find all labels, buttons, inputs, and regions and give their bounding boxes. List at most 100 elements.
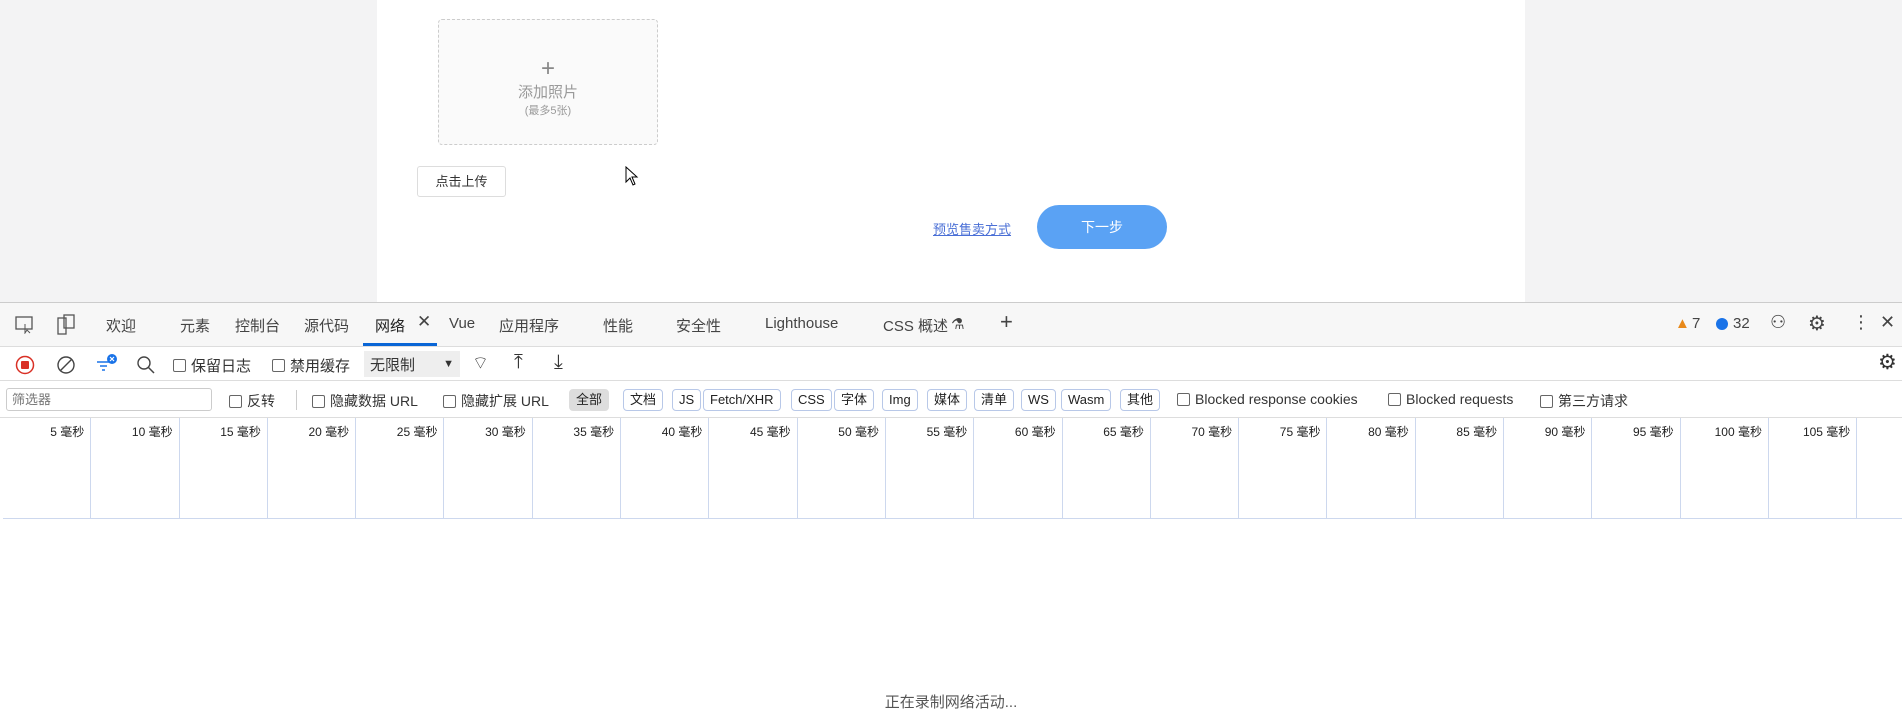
message-icon[interactable] bbox=[1716, 318, 1728, 330]
add-photo-hint: (最多5张) bbox=[524, 105, 572, 117]
checkbox-box[interactable] bbox=[272, 359, 285, 372]
blocked-cookies-label: Blocked response cookies bbox=[1195, 391, 1358, 407]
checkbox-box[interactable] bbox=[312, 394, 325, 408]
tab-vue[interactable]: Vue bbox=[449, 315, 475, 332]
next-step-button[interactable]: 下一步 bbox=[1037, 205, 1167, 249]
timeline-tick: 105 毫秒 bbox=[1769, 418, 1858, 518]
tab-security[interactable]: 安全性 bbox=[676, 315, 721, 336]
invert-checkbox[interactable]: 反转 bbox=[229, 391, 275, 411]
network-toolbar: 保留日志 禁用缓存 无限制 ▼ ⌔ ⤒ ⤓ ⚙ bbox=[0, 347, 1902, 381]
timeline-tick: 5 毫秒 bbox=[3, 418, 92, 518]
preview-sale-method-link[interactable]: 预览售卖方式 bbox=[933, 219, 1011, 238]
timeline-tick: 25 毫秒 bbox=[356, 418, 445, 518]
hide-extension-url-label: 隐藏扩展 URL bbox=[461, 393, 549, 409]
disable-cache-checkbox[interactable]: 禁用缓存 bbox=[272, 355, 350, 376]
network-conditions-icon[interactable]: ⌔ bbox=[472, 352, 489, 375]
mouse-cursor-icon bbox=[625, 166, 639, 186]
checkbox-box[interactable] bbox=[173, 359, 186, 372]
stop-recording-icon[interactable] bbox=[15, 355, 35, 375]
type-filter-js[interactable]: JS bbox=[672, 389, 702, 411]
invert-label: 反转 bbox=[247, 393, 275, 409]
more-tabs-plus-icon[interactable]: + bbox=[1000, 309, 1013, 335]
close-tab-icon[interactable]: ✕ bbox=[417, 312, 431, 332]
type-filter-css[interactable]: CSS bbox=[791, 389, 832, 411]
export-har-icon[interactable]: ⤓ bbox=[554, 351, 563, 374]
inspect-element-icon[interactable] bbox=[15, 316, 35, 334]
tab-css-overview[interactable]: CSS 概述 bbox=[883, 315, 948, 336]
type-filter-all[interactable]: 全部 bbox=[569, 389, 610, 411]
filter-input[interactable] bbox=[6, 388, 212, 411]
hide-extension-url-checkbox[interactable]: 隐藏扩展 URL bbox=[443, 391, 549, 411]
timeline-tick: 55 毫秒 bbox=[886, 418, 975, 518]
type-filter-manifest[interactable]: 清单 bbox=[974, 389, 1015, 411]
timeline-tick: 35 毫秒 bbox=[533, 418, 622, 518]
timeline-tick: 40 毫秒 bbox=[621, 418, 710, 518]
warning-count[interactable]: 7 bbox=[1692, 315, 1700, 332]
timeline-tick: 10 毫秒 bbox=[91, 418, 180, 518]
tab-application[interactable]: 应用程序 bbox=[499, 315, 559, 336]
flask-icon: ⚗ bbox=[951, 316, 965, 333]
blocked-requests-label: Blocked requests bbox=[1406, 391, 1514, 407]
checkbox-box[interactable] bbox=[229, 394, 242, 408]
add-photo-area[interactable]: + 添加照片 (最多5张) bbox=[438, 19, 658, 145]
throttling-select[interactable]: 无限制 ▼ bbox=[364, 351, 460, 377]
timeline-tick: 50 毫秒 bbox=[798, 418, 886, 518]
timeline-tick: 11 bbox=[1857, 418, 1902, 518]
add-photo-label: 添加照片 bbox=[517, 84, 578, 101]
checkbox-box[interactable] bbox=[1177, 392, 1190, 406]
upload-button[interactable]: 点击上传 bbox=[417, 166, 506, 197]
blocked-requests-checkbox[interactable]: Blocked requests bbox=[1388, 391, 1513, 407]
timeline-tick: 60 毫秒 bbox=[974, 418, 1063, 518]
active-tab-underline bbox=[363, 343, 437, 346]
message-count[interactable]: 32 bbox=[1733, 315, 1750, 332]
web-page: + 添加照片 (最多5张) 点击上传 预览售卖方式 下一步 bbox=[0, 0, 1902, 302]
checkbox-box[interactable] bbox=[443, 394, 456, 408]
timeline-tick: 90 毫秒 bbox=[1504, 418, 1593, 518]
more-options-icon[interactable]: ⋮ bbox=[1852, 312, 1870, 333]
filter-icon[interactable] bbox=[95, 353, 119, 375]
type-filter-media[interactable]: 媒体 bbox=[927, 389, 968, 411]
timeline-tick: 20 毫秒 bbox=[268, 418, 357, 518]
preserve-log-checkbox[interactable]: 保留日志 bbox=[173, 355, 251, 376]
import-har-icon[interactable]: ⤒ bbox=[514, 351, 523, 374]
tab-elements[interactable]: 元素 bbox=[180, 315, 210, 336]
timeline-tick: 30 毫秒 bbox=[445, 418, 533, 518]
tab-lighthouse[interactable]: Lighthouse bbox=[765, 315, 838, 332]
checkbox-box[interactable] bbox=[1388, 392, 1401, 406]
tab-performance[interactable]: 性能 bbox=[603, 315, 633, 336]
settings-gear-icon[interactable]: ⚙ bbox=[1808, 311, 1826, 336]
timeline-tick: 75 毫秒 bbox=[1239, 418, 1328, 518]
blocked-cookies-checkbox[interactable]: Blocked response cookies bbox=[1177, 391, 1358, 407]
tab-network[interactable]: 网络 bbox=[375, 315, 405, 336]
type-filter-ws[interactable]: WS bbox=[1021, 389, 1056, 411]
type-filter-fetch-xhr[interactable]: Fetch/XHR bbox=[703, 389, 781, 411]
device-toolbar-icon[interactable] bbox=[56, 314, 76, 336]
tab-console[interactable]: 控制台 bbox=[235, 315, 280, 336]
clear-icon[interactable] bbox=[56, 355, 76, 375]
timeline-tick: 95 毫秒 bbox=[1592, 418, 1681, 518]
type-filter-wasm[interactable]: Wasm bbox=[1061, 389, 1112, 411]
warning-icon[interactable]: ▲ bbox=[1675, 315, 1690, 332]
tab-sources[interactable]: 源代码 bbox=[304, 315, 349, 336]
devtools-panel: 欢迎 元素 控制台 源代码 网络 ✕ Vue 应用程序 性能 安全性 Light… bbox=[0, 302, 1902, 722]
checkbox-box[interactable] bbox=[1540, 394, 1553, 408]
tab-welcome[interactable]: 欢迎 bbox=[106, 315, 136, 336]
type-filter-other[interactable]: 其他 bbox=[1120, 389, 1161, 411]
recording-status: 正在录制网络活动... bbox=[884, 694, 1018, 711]
close-devtools-icon[interactable]: ✕ bbox=[1880, 312, 1895, 333]
search-icon[interactable] bbox=[136, 355, 156, 375]
network-overview-timeline[interactable]: 5 毫秒 10 毫秒 15 毫秒 20 毫秒 25 毫秒 30 毫秒 35 毫秒 40 毫秒 4… bbox=[3, 418, 1902, 519]
type-filter-font[interactable]: 字体 bbox=[834, 389, 875, 411]
hide-data-url-checkbox[interactable]: 隐藏数据 URL bbox=[312, 391, 418, 411]
disable-cache-label: 禁用缓存 bbox=[290, 358, 351, 375]
feedback-icon[interactable]: ⚇ bbox=[1770, 312, 1786, 333]
timeline-tick: 85 毫秒 bbox=[1416, 418, 1505, 518]
preserve-log-label: 保留日志 bbox=[191, 358, 252, 375]
plus-icon: + bbox=[540, 55, 555, 82]
devtools-tab-bar: 欢迎 元素 控制台 源代码 网络 ✕ Vue 应用程序 性能 安全性 Light… bbox=[0, 303, 1902, 347]
third-party-label: 第三方请求 bbox=[1558, 393, 1628, 409]
type-filter-doc[interactable]: 文档 bbox=[623, 389, 664, 411]
third-party-checkbox[interactable]: 第三方请求 bbox=[1540, 391, 1628, 411]
network-settings-gear-icon[interactable]: ⚙ bbox=[1878, 350, 1897, 375]
type-filter-img[interactable]: Img bbox=[882, 389, 918, 411]
